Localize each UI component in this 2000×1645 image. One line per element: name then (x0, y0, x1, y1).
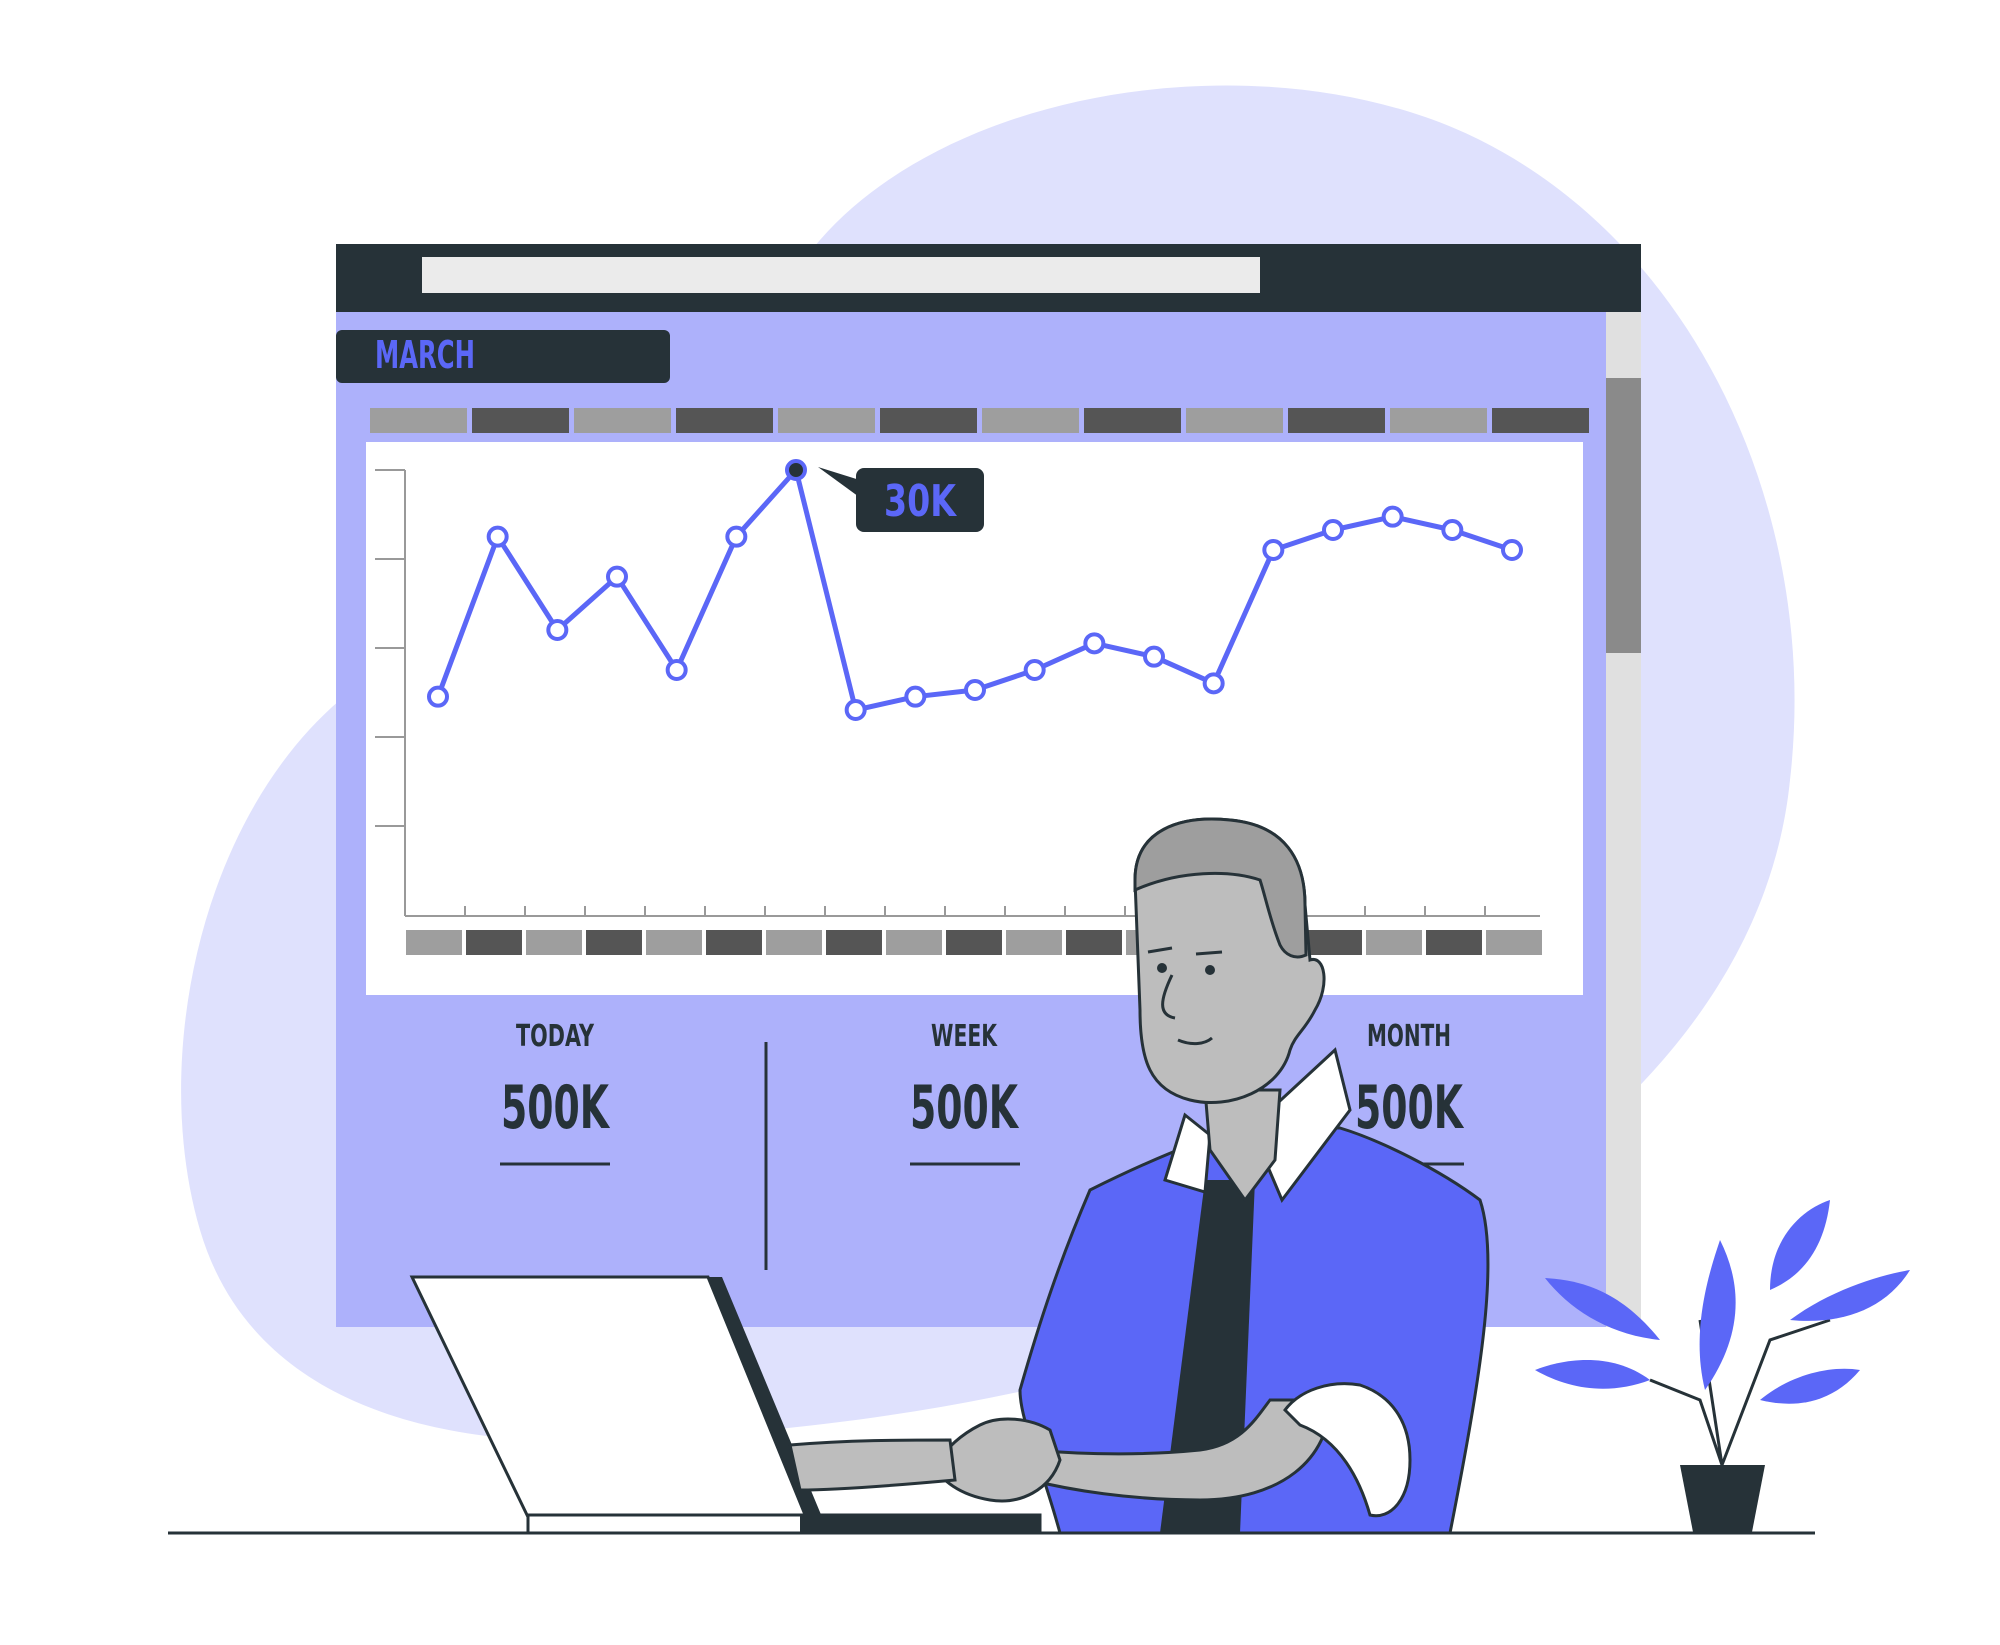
series-point (546, 619, 569, 641)
stat-today: TODAY 500K (500, 1019, 611, 1166)
scrollbar-thumb[interactable] (1606, 378, 1641, 653)
series-point (606, 565, 628, 588)
x-legend-segment (766, 930, 822, 955)
plant-leaf-6 (1760, 1368, 1860, 1404)
top-segment (370, 408, 467, 433)
stat-week-label: WEEK (931, 1019, 998, 1054)
top-segment (574, 408, 671, 433)
series-point (844, 699, 867, 721)
stat-week-value: 500K (910, 1073, 1020, 1143)
person-forearm-back (788, 1438, 957, 1492)
series-point (1143, 645, 1165, 668)
series-point (1441, 519, 1464, 541)
laptop-base-dark (800, 1515, 1040, 1533)
plant-leaf-3 (1699, 1240, 1736, 1390)
series-point (725, 525, 748, 548)
series-point (1262, 539, 1285, 561)
x-legend-segment (466, 930, 522, 955)
plant-pot (1680, 1465, 1765, 1532)
person-eye-right (1205, 965, 1215, 975)
series-point (1322, 519, 1344, 541)
series-point (1501, 539, 1523, 561)
x-legend-segment (1486, 930, 1542, 955)
address-bar[interactable] (422, 257, 1260, 293)
series-point (1202, 672, 1225, 695)
x-legend-segment (406, 930, 462, 955)
top-segment (1186, 408, 1283, 433)
series-point (486, 525, 509, 548)
series-point (904, 685, 927, 708)
x-legend-segment (706, 930, 762, 955)
month-tab-label: MARCH (375, 333, 475, 377)
x-legend-segment (826, 930, 882, 955)
top-segment (778, 408, 875, 433)
plant-leaf-5 (1790, 1270, 1910, 1321)
stat-today-label: TODAY (516, 1019, 595, 1054)
series-point (427, 685, 449, 708)
series-point (1023, 659, 1046, 681)
stat-month-label: MONTH (1367, 1019, 1451, 1054)
plant-leaf-1 (1535, 1360, 1650, 1389)
top-segment (676, 408, 773, 433)
x-legend-segment (1066, 930, 1122, 955)
person-eye-left (1157, 963, 1167, 973)
peak-callout-label: 30K (884, 476, 957, 527)
x-legend-segment (886, 930, 942, 955)
series-point (964, 679, 986, 701)
x-legend-segment (946, 930, 1002, 955)
top-segment (982, 408, 1079, 433)
series-point-peak (785, 459, 807, 481)
stat-today-value: 500K (501, 1073, 611, 1143)
x-legend-segment (1306, 930, 1362, 955)
plant-leaf-4 (1770, 1200, 1830, 1290)
top-segment (1084, 408, 1181, 433)
series-point (665, 659, 688, 681)
x-legend-segment (1006, 930, 1062, 955)
top-segment (472, 408, 569, 433)
top-segment (1390, 408, 1487, 433)
x-legend-segment (526, 930, 582, 955)
series-point (1083, 632, 1106, 655)
month-tab[interactable]: MARCH (336, 330, 670, 383)
illustration-scene: MARCH 30K TODAY 500K WEEK 500K MONTH 500… (168, 85, 1910, 1535)
person-brow-right (1195, 950, 1223, 956)
top-segment (880, 408, 977, 433)
x-legend-segment (586, 930, 642, 955)
x-legend-bar (406, 930, 1542, 955)
stat-month-value: 500K (1355, 1073, 1465, 1143)
top-segment (1492, 408, 1589, 433)
x-legend-segment (1366, 930, 1422, 955)
x-legend-segment (646, 930, 702, 955)
x-legend-segment (1426, 930, 1482, 955)
top-segment (1288, 408, 1385, 433)
series-point (1381, 505, 1404, 528)
